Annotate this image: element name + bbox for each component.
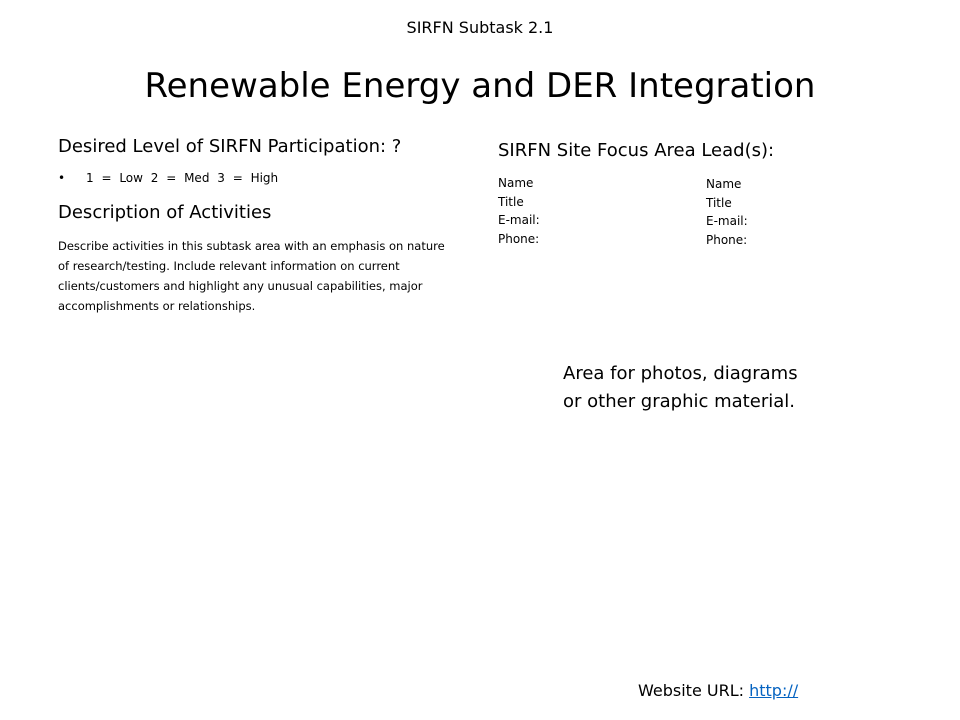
graphic-placeholder-line-2: or other graphic material. (563, 391, 795, 412)
lead-contact-2: Name Title E-mail: Phone: (706, 175, 748, 249)
lead-name: Name (706, 177, 742, 191)
lead-title: Title (498, 194, 524, 209)
lead-title: Title (706, 195, 732, 210)
website-row: Website URL: http:// (638, 681, 798, 700)
graphic-placeholder-line-1: Area for photos, diagrams (563, 363, 798, 384)
participation-scale: • 1 = Low 2 = Med 3 = High (58, 171, 278, 185)
description-heading: Description of Activities (58, 202, 272, 223)
page-title: Renewable Energy and DER Integration (144, 66, 816, 106)
participation-heading: Desired Level of SIRFN Participation: ? (58, 136, 402, 157)
bullet-icon: • (58, 171, 66, 185)
lead-name: Name (498, 176, 534, 190)
leads-heading: SIRFN Site Focus Area Lead(s): (498, 140, 775, 161)
graphic-placeholder: Area for photos, diagrams or other graph… (563, 360, 863, 416)
subtask-label: SIRFN Subtask 2.1 (406, 18, 554, 37)
lead-email: E-mail: (498, 213, 540, 227)
lead-contact-1: Name Title E-mail: Phone: (498, 174, 540, 248)
participation-scale-text: 1 = Low 2 = Med 3 = High (86, 171, 279, 185)
website-label: Website URL: (638, 681, 750, 700)
website-link[interactable]: http:// (749, 681, 798, 700)
lead-phone: Phone: (706, 232, 748, 247)
description-body: Describe activities in this subtask area… (58, 239, 445, 313)
lead-email: E-mail: (706, 214, 748, 228)
lead-phone: Phone: (498, 231, 540, 246)
